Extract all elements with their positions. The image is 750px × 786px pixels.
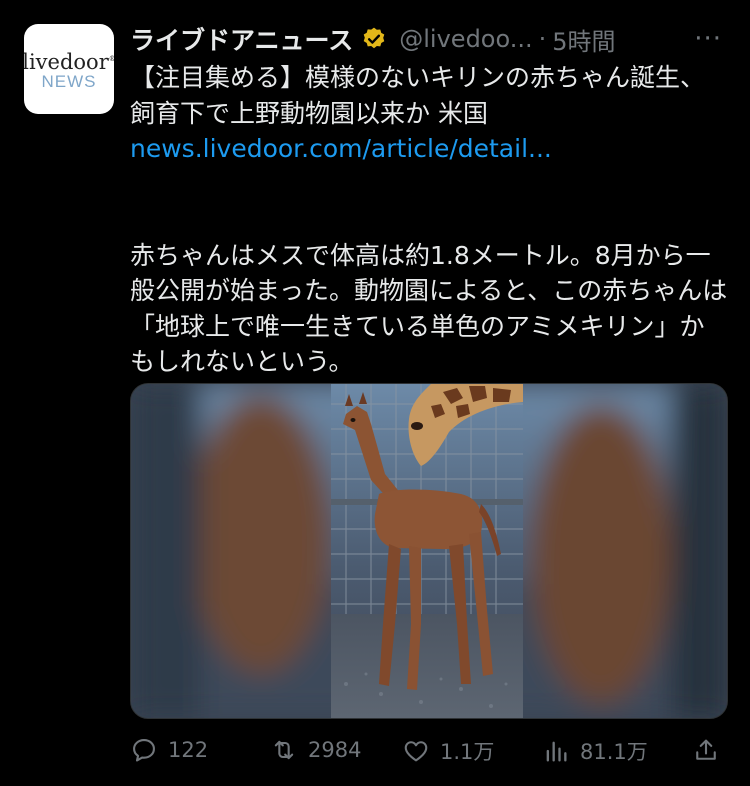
article-link[interactable]: news.livedoor.com/article/detail... (130, 134, 552, 163)
tweet-body: 赤ちゃんはメスで体高は約1.8メートル。8月から一般公開が始まった。動物園による… (130, 240, 728, 377)
share-icon (696, 739, 716, 760)
avatar[interactable]: livedoor® NEWS (24, 24, 114, 114)
avatar-logo-text: livedoor® (24, 49, 114, 74)
retweet-icon (274, 740, 294, 760)
retweet-button[interactable]: 2984 (270, 736, 361, 764)
separator-dot: · (538, 25, 547, 53)
like-icon (404, 741, 428, 762)
action-bar: 122 2984 1.1万 81.1万 (130, 730, 730, 772)
timestamp[interactable]: 5時間 (552, 22, 615, 57)
tweet-header: ライブドアニュース @livedoo... · 5時間 ··· (130, 20, 730, 58)
verified-badge-icon[interactable] (361, 26, 387, 52)
retweet-count: 2984 (308, 738, 362, 762)
like-button[interactable]: 1.1万 (402, 736, 494, 766)
tweet-headline: 【注目集める】模様のないキリンの赤ちゃん誕生、飼育下で上野動物園以来か 米国 (130, 63, 706, 128)
views-icon (546, 741, 567, 762)
views-button[interactable]: 81.1万 (542, 736, 648, 766)
avatar-logo-subtext: NEWS (41, 71, 97, 91)
share-button[interactable] (692, 736, 720, 764)
views-count: 81.1万 (580, 740, 648, 764)
more-icon[interactable]: ··· (694, 24, 722, 54)
tweet-text: 【注目集める】模様のないキリンの赤ちゃん誕生、飼育下で上野動物園以来か 米国 n… (130, 60, 728, 380)
reply-count: 122 (168, 738, 209, 762)
tweet-image[interactable] (130, 383, 728, 719)
handle[interactable]: @livedoo... (399, 25, 532, 53)
reply-icon (133, 739, 155, 762)
display-name[interactable]: ライブドアニュース (130, 21, 353, 57)
reply-button[interactable]: 122 (130, 736, 208, 764)
like-count: 1.1万 (440, 740, 495, 764)
